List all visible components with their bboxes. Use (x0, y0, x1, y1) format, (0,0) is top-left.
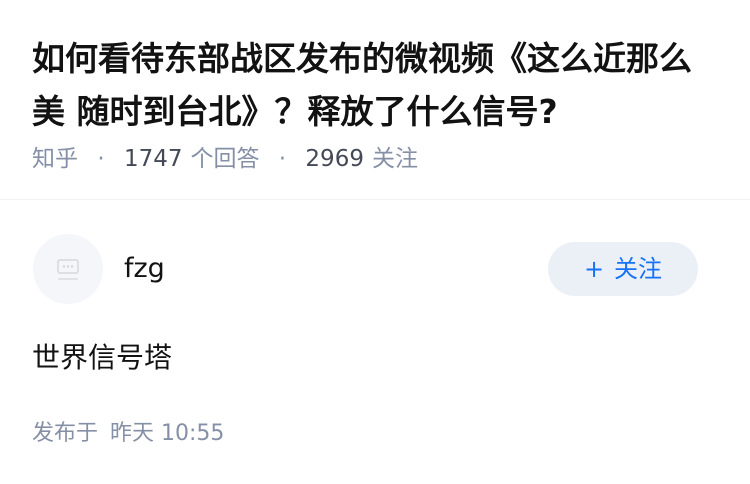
follower-count: 2969 (305, 146, 364, 172)
default-avatar-icon (57, 259, 79, 280)
question-title[interactable]: 如何看待东部战区发布的微视频《这么近那么美 随时到台北》？释放了什么信号? (32, 32, 722, 138)
author-avatar[interactable] (33, 234, 103, 304)
answer-content[interactable]: 世界信号塔 (32, 336, 172, 380)
plus-icon: + (583, 255, 605, 283)
site-name[interactable]: 知乎 (32, 146, 78, 172)
question-meta: 知乎 · 1747 个回答 · 2969 关注 (32, 141, 418, 177)
answer-count: 1747 (123, 146, 183, 172)
answer-count-label: 个回答 (190, 146, 260, 172)
author-name[interactable]: fzg (124, 251, 165, 287)
follower-count-label: 关注 (371, 146, 418, 172)
published-time: 昨天 10:55 (110, 421, 225, 446)
meta-separator: · (278, 146, 287, 172)
publish-info: 发布于 昨天 10:55 (32, 416, 224, 452)
follow-button[interactable]: + 关注 (548, 242, 698, 296)
published-label: 发布于 (32, 421, 99, 446)
follow-button-label: 关注 (614, 255, 663, 283)
question-header: 如何看待东部战区发布的微视频《这么近那么美 随时到台北》？释放了什么信号? 知乎… (0, 0, 750, 200)
meta-separator: · (97, 146, 105, 172)
